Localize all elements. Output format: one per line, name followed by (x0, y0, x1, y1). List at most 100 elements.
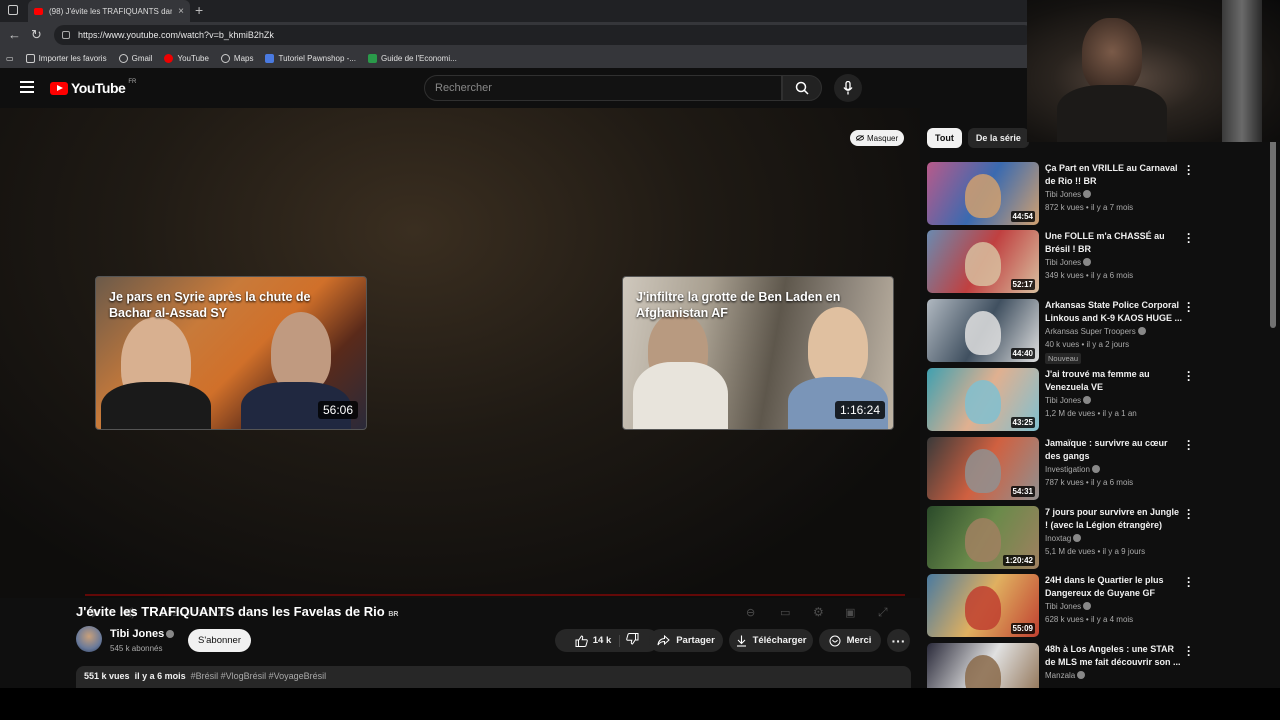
thumbnail-robe (633, 362, 728, 429)
thumbnail-person (965, 518, 1001, 562)
back-icon[interactable]: ← (8, 27, 21, 42)
video-thumbnail[interactable]: 52:17 (927, 230, 1039, 293)
webcam-face (1082, 18, 1142, 93)
recommendation-item[interactable]: 1:20:42 7 jours pour survivre en Jungle !… (927, 504, 1207, 570)
more-vertical-icon[interactable]: · · · (1187, 504, 1191, 524)
video-title[interactable]: Jamaïque : survivre au cœur des gangs (1045, 437, 1183, 463)
reading-list-icon[interactable]: ▭ (6, 54, 14, 63)
video-title[interactable]: 7 jours pour survivre en Jungle ! (avec … (1045, 506, 1183, 532)
recommendation-item[interactable]: 54:31 Jamaïque : survivre au cœur des gan… (927, 435, 1207, 501)
video-title[interactable]: 48h à Los Angeles : une STAR de MLS me f… (1045, 643, 1183, 669)
video-thumbnail[interactable]: 54:31 (927, 437, 1039, 500)
video-title[interactable]: Arkansas State Police Corporal Linkous a… (1045, 299, 1183, 325)
subscribe-button[interactable]: S'abonner (188, 629, 251, 652)
new-badge: Nouveau (1045, 353, 1082, 364)
youtube-logo[interactable]: YouTube FR (50, 79, 136, 96)
hashtags[interactable]: #Brésil #VlogBrésil #VoyageBrésil (191, 671, 327, 681)
like-button[interactable]: 14 k (575, 634, 621, 647)
hide-endscreen-button[interactable]: Masquer (850, 130, 905, 146)
video-thumbnail[interactable]: 44:40 (927, 299, 1039, 362)
channel-name[interactable]: Tibi Jones (1045, 396, 1092, 405)
channel-name[interactable]: Inoxtag (1045, 534, 1082, 543)
reload-icon[interactable]: ↻ (31, 27, 42, 43)
description-box[interactable]: 551 k vues il y a 6 mois #Brésil #VlogBr… (76, 666, 911, 688)
thumbs-down-icon (626, 633, 639, 645)
site-info-icon[interactable] (62, 31, 70, 39)
more-vertical-icon[interactable]: · · · (1187, 228, 1191, 248)
chip-all[interactable]: Tout (927, 128, 962, 148)
bookmark-import[interactable]: Importer les favoris (25, 53, 107, 63)
recommendation-item[interactable]: 48h à Los Angeles : une STAR de MLS me f… (927, 641, 1207, 688)
progress-bar[interactable] (85, 594, 905, 596)
eye-off-icon (856, 135, 864, 141)
recommendation-item[interactable]: 44:54 Ça Part en VRILLE au Carnaval de Ri… (927, 160, 1207, 226)
globe-icon (118, 53, 128, 63)
video-meta: 787 k vues • il y a 6 mois (1045, 478, 1134, 487)
more-actions-button[interactable]: ··· (887, 629, 910, 652)
bookmark-maps[interactable]: Maps (220, 53, 253, 63)
new-tab-button[interactable]: + (195, 2, 203, 18)
thanks-button[interactable]: Merci (819, 629, 881, 652)
share-button[interactable]: Partager (649, 629, 723, 652)
recommendation-item[interactable]: 55:09 24H dans le Quartier le plus Danger… (927, 572, 1207, 638)
bookmark-gmail[interactable]: Gmail (118, 53, 152, 63)
channel-name[interactable]: Investigation (1045, 465, 1100, 474)
window-menu-icon[interactable] (8, 5, 18, 15)
filter-chips: Tout De la série (927, 128, 1029, 148)
channel-name[interactable]: Tibi Jones (1045, 258, 1092, 267)
video-duration: 54:31 (1010, 486, 1035, 497)
thumbnail-person (965, 655, 1001, 688)
channel-name[interactable]: Tibi Jones (1045, 190, 1092, 199)
endscreen-video-card[interactable]: Je pars en Syrie après la chute de Bacha… (95, 276, 367, 430)
endscreen-video-card[interactable]: J'infiltre la grotte de Ben Laden en Afg… (622, 276, 894, 430)
fullscreen-icon[interactable]: ⤢ (878, 605, 888, 620)
more-vertical-icon[interactable]: · · · (1187, 366, 1191, 386)
video-title[interactable]: J'ai trouvé ma femme au Venezuela VE (1045, 368, 1183, 394)
recommendation-item[interactable]: 44:40 Arkansas State Police Corporal Link… (927, 297, 1207, 364)
video-title[interactable]: 24H dans le Quartier le plus Dangereux d… (1045, 574, 1183, 600)
video-thumbnail[interactable]: 55:09 (927, 574, 1039, 637)
dislike-button[interactable] (626, 633, 639, 648)
chip-series[interactable]: De la série (967, 128, 1029, 148)
video-meta: 628 k vues • il y a 4 mois (1045, 615, 1134, 624)
video-title[interactable]: Une FOLLE m'a CHASSÉ au Brésil ! BR (1045, 230, 1183, 256)
video-title[interactable]: Ça Part en VRILLE au Carnaval de Rio !! … (1045, 162, 1183, 188)
channel-avatar[interactable] (76, 626, 102, 652)
recommendation-item[interactable]: 43:25 J'ai trouvé ma femme au Venezuela V… (927, 366, 1207, 432)
video-player[interactable]: Masquer Je pars en Syrie après la chute … (0, 108, 920, 619)
browser-tab[interactable]: (98) J'évite les TRAFIQUANTS dans × (28, 0, 190, 22)
more-vertical-icon[interactable]: · · · (1187, 297, 1191, 317)
more-vertical-icon[interactable]: · · · (1187, 160, 1191, 180)
subtitles-icon[interactable]: ▭ (780, 606, 790, 619)
video-thumbnail[interactable]: 43:25 (927, 368, 1039, 431)
url-text: https://www.youtube.com/watch?v=b_khmiB2… (78, 30, 274, 40)
autoplay-toggle-icon[interactable]: ⊖ (746, 606, 755, 619)
more-vertical-icon[interactable]: · · · (1187, 435, 1191, 455)
recommendation-item[interactable]: 52:17 Une FOLLE m'a CHASSÉ au Brésil ! BR… (927, 228, 1207, 294)
tab-close-icon[interactable]: × (178, 6, 184, 17)
search-input[interactable]: Rechercher (424, 75, 782, 101)
video-duration: 43:25 (1010, 417, 1035, 428)
video-thumbnail[interactable]: 44:54 (927, 162, 1039, 225)
search-button[interactable] (782, 75, 822, 101)
voice-search-button[interactable] (834, 74, 862, 102)
video-thumbnail[interactable] (927, 643, 1039, 688)
channel-name[interactable]: Tibi Jones (110, 628, 175, 640)
hamburger-menu-icon[interactable] (20, 81, 34, 93)
bookmark-tutoriel[interactable]: Tutoriel Pawnshop -... (265, 53, 356, 63)
sidebar-scrollbar[interactable] (1270, 138, 1276, 328)
bookmark-guide[interactable]: Guide de l'Economi... (368, 53, 457, 63)
download-button[interactable]: Télécharger (729, 629, 813, 652)
channel-name[interactable]: Tibi Jones (1045, 602, 1092, 611)
more-vertical-icon[interactable]: · · · (1187, 572, 1191, 592)
video-thumbnail[interactable]: 1:20:42 (927, 506, 1039, 569)
settings-gear-icon[interactable]: ⚙ (813, 605, 824, 619)
tab-title: (98) J'évite les TRAFIQUANTS dans (49, 6, 173, 16)
channel-name[interactable]: Manzala (1045, 671, 1086, 680)
bookmark-youtube[interactable]: YouTube (164, 53, 209, 63)
miniplayer-icon[interactable]: ▣ (845, 606, 855, 619)
url-field[interactable]: https://www.youtube.com/watch?v=b_khmiB2… (54, 25, 1034, 45)
channel-name[interactable]: Arkansas Super Troopers (1045, 327, 1146, 336)
more-vertical-icon[interactable]: · · · (1187, 641, 1191, 661)
verified-check-icon (1077, 671, 1086, 679)
